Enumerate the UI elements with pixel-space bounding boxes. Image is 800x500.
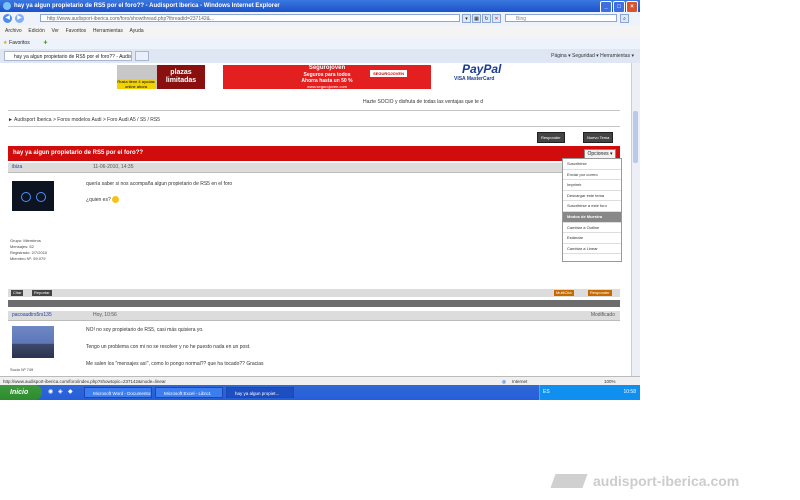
user-member-id: Miembro Nº: 59.079	[10, 256, 46, 261]
taskbar-item[interactable]: Microsoft Excel - Libro1	[155, 387, 223, 398]
post-header: pacoaudirs5rs135 Hoy, 10:56 Modificado	[8, 311, 620, 321]
options-item-standard[interactable]: Estándar	[563, 233, 621, 244]
smiley-icon	[112, 196, 120, 203]
refresh-icon[interactable]: ↻	[482, 14, 491, 23]
taskbar: Inicio ◉ ◈ ◆ Microsoft Word - Documento1…	[0, 385, 640, 400]
multiquote-button[interactable]: MultiCita	[554, 290, 574, 296]
post-edit-label[interactable]: Modificado	[591, 311, 615, 320]
options-section-header: Modos de Muestra	[563, 211, 621, 223]
divider	[8, 126, 620, 127]
taskbar-item[interactable]: Microsoft Word - Documento1	[84, 387, 152, 398]
start-button[interactable]: Inicio	[0, 385, 42, 400]
vertical-scrollbar[interactable]	[631, 63, 640, 376]
quicklaunch-icon[interactable]: ◈	[58, 388, 63, 395]
window-title: hay ya algun propietario de RS5 por el f…	[14, 3, 280, 9]
back-button[interactable]: ◀	[3, 14, 12, 23]
post-body: NO! no soy propietario de RS5, casi más …	[86, 327, 264, 368]
options-item-download[interactable]: Descargar este tema	[563, 191, 621, 202]
stop-icon[interactable]: ✕	[492, 14, 501, 23]
post-body: quería saber si nos acompaña algun propi…	[86, 181, 232, 204]
options-item-print[interactable]: Imprimir	[563, 180, 621, 191]
avatar[interactable]	[12, 181, 54, 211]
menu-ayuda[interactable]: Ayuda	[130, 25, 144, 37]
menu-herramientas[interactable]: Herramientas	[93, 25, 123, 37]
scrollbar-thumb[interactable]	[633, 111, 638, 163]
user-info: Grupo: Miembros Mensajes: 62 Registrado:…	[10, 238, 47, 262]
address-bar: ◀ ▶ http://www.audisport-iberica.com/for…	[0, 12, 640, 25]
post-reply-button[interactable]: Responder	[588, 290, 612, 296]
report-button[interactable]: Reportar	[32, 290, 52, 296]
search-input[interactable]: Bing	[505, 14, 617, 22]
card-logos: VISA MasterCard	[454, 76, 495, 82]
post-text: Tengo un problema con mi no se resolver …	[86, 344, 251, 350]
avatar[interactable]	[12, 326, 54, 358]
ad-small-text: Rusia tiene 4 ayudas online ahora	[117, 79, 155, 89]
clock: 10:58	[623, 389, 636, 395]
paypal-logo: PayPal	[462, 63, 502, 76]
ad-url: www.segurojoven.com	[306, 84, 348, 89]
watermark-text: audisport-iberica.com	[593, 473, 740, 489]
watermark-logo-icon	[550, 474, 588, 488]
quicklaunch-icon[interactable]: ◆	[68, 388, 73, 395]
quicklaunch-icon[interactable]: ◉	[48, 388, 53, 395]
address-dropdown-icon[interactable]: ▾	[462, 14, 471, 23]
address-input[interactable]: http://www.audisport-iberica.com/foro/sh…	[40, 14, 460, 22]
ie-logo-icon	[3, 2, 11, 10]
menu-archivo[interactable]: Archivo	[5, 25, 22, 37]
forward-button[interactable]: ▶	[15, 14, 24, 23]
command-bar[interactable]: Página ▾ Seguridad ▾ Herramientas ▾	[551, 51, 634, 61]
post-date: Hoy, 10:56	[93, 312, 117, 318]
divider	[8, 110, 620, 111]
options-item-subscribe[interactable]: Suscribirse	[563, 159, 621, 170]
new-tab-button[interactable]	[135, 51, 149, 61]
options-item-linear[interactable]: Cambiar a Linear	[563, 244, 621, 255]
options-menu: Suscribirse Enviar por correo Imprimir D…	[562, 158, 622, 262]
screenshot: hay ya algun propietario de RS5 por el f…	[0, 0, 640, 400]
favorites-label[interactable]: Favoritos	[9, 40, 30, 46]
post-actions: Citar Reportar MultiCita Responder	[8, 289, 620, 297]
tab-active[interactable]: hay ya algun propietario de RS5 por el f…	[4, 51, 132, 61]
compat-icon[interactable]: ▦	[472, 14, 481, 23]
user-socio: Socio Nº 749	[10, 367, 34, 372]
post-text: NO! no soy propietario de RS5, casi más …	[86, 327, 204, 333]
post-header: ibiza 11-06-2010, 14:35	[8, 163, 620, 173]
post-separator	[8, 300, 620, 307]
menu-ver[interactable]: Ver	[51, 25, 59, 37]
post-text: ¿quien es?	[86, 196, 111, 203]
page-content: Rusia tiene 4 ayudas online ahora plazas…	[0, 63, 632, 376]
add-favorites-icon[interactable]: ✚	[43, 40, 47, 46]
ad-cta: SEGUROJOVEN	[370, 70, 407, 77]
thread-header: hay ya algun propietario de RS5 por el f…	[8, 146, 620, 161]
tab-bar: hay ya algun propietario de RS5 por el f…	[0, 49, 640, 64]
thread-title: hay ya algun propietario de RS5 por el f…	[13, 150, 144, 156]
options-item-subscribe-forum[interactable]: Suscribirse a este foro	[563, 201, 621, 212]
post-author[interactable]: ibiza	[12, 163, 22, 172]
breadcrumb[interactable]: ► Audisport Iberica > Foros modelos Audi…	[8, 117, 160, 123]
menu-bar: Archivo Edición Ver Favoritos Herramient…	[0, 25, 640, 37]
post-text: quería saber si nos acompaña algun propi…	[86, 181, 233, 187]
quote-button[interactable]: Citar	[11, 290, 24, 296]
post-text: Me salen los "mensajes así", como lo pon…	[86, 361, 264, 367]
options-item-email[interactable]: Enviar por correo	[563, 170, 621, 181]
language-indicator[interactable]: ES	[543, 385, 550, 400]
post-author[interactable]: pacoaudirs5rs135	[12, 311, 52, 320]
new-thread-button[interactable]: Nuevo Tema	[583, 132, 614, 143]
taskbar-item-active[interactable]: hay ya algun propiet...	[226, 387, 294, 398]
watermark: audisport-iberica.com	[550, 472, 793, 490]
paypal-banner[interactable]: PayPal VISA MasterCard	[450, 63, 528, 89]
menu-edicion[interactable]: Edición	[28, 25, 44, 37]
member-invite-text[interactable]: Hazte SOCIO y disfruta de todas las vent…	[363, 99, 483, 105]
reply-button[interactable]: Responder	[537, 132, 565, 143]
favorites-star-icon[interactable]: ★	[3, 40, 7, 46]
post-date: 11-06-2010, 14:35	[93, 164, 134, 170]
ad-plazas-text: plazas limitadas	[157, 65, 205, 89]
menu-favoritos[interactable]: Favoritos	[66, 25, 87, 37]
system-tray: ES 10:58	[539, 385, 640, 400]
ad-banner-plazas[interactable]: Rusia tiene 4 ayudas online ahora plazas…	[117, 65, 205, 89]
ad-banner-segurojoven[interactable]: Segurojoven Seguros para todos Ahorra ha…	[223, 65, 431, 89]
window-titlebar: hay ya algun propietario de RS5 por el f…	[0, 0, 640, 13]
search-icon[interactable]: ⌕	[620, 14, 629, 23]
options-item-outline[interactable]: Cambiar a Outline	[563, 223, 621, 234]
